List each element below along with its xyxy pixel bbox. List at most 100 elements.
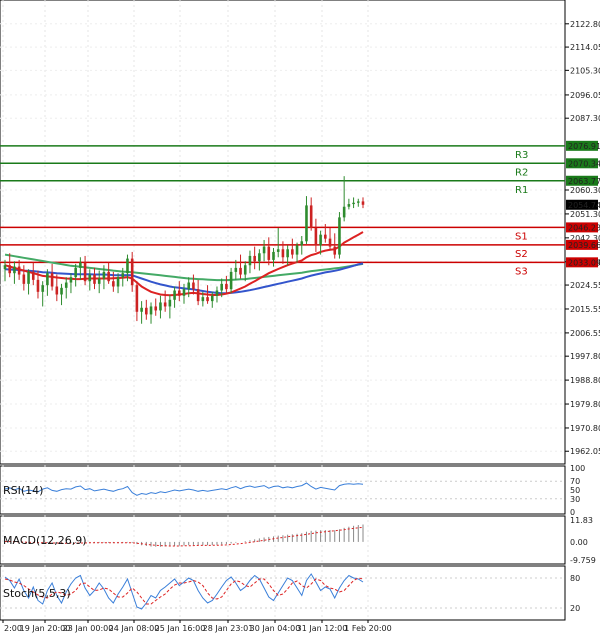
candle-body [168,299,172,307]
candle-body [74,267,77,278]
candle-body [112,281,115,287]
candle-body [55,286,59,295]
candle-body [107,271,110,282]
candle-body [159,302,162,311]
candle-body [41,285,44,292]
x-tick-label: 25 Jan 16:00 [155,624,206,633]
y-tick-label: 2060.30 [570,186,600,195]
candle-body [140,307,143,312]
candle-body [229,271,233,290]
candle-body [210,295,214,302]
y-axis-labels: 2122.80 2114.05 2105.30 2096.05 2087.30 2060.… [565,20,600,613]
candle-body [281,249,285,258]
candle-body [338,217,341,255]
level-price-label: 2070.34 [568,159,600,168]
candle-body [196,289,200,302]
x-axis-labels: 2:0019 Jan 20:0023 Jan 00:0024 Jan 08:00… [2,620,392,633]
candle-body [248,255,252,266]
candle-body [79,262,82,268]
macd-title: MACD(12,26,9) [3,534,87,547]
candle-body [276,249,280,252]
rsi-y-tick-label: 70 [570,477,580,486]
rsi-title: RSI(14) [3,484,43,497]
candle-body [361,201,365,205]
candle-body [88,274,92,282]
level-name-r3: R3 [515,150,528,161]
candle-body [154,306,158,311]
candle-body [83,262,87,282]
candle-body [126,258,129,274]
y-tick-label: 2015.55 [570,305,600,314]
candle-body [149,306,153,315]
y-tick-label: 1988.80 [570,376,600,385]
level-name-s3: S3 [515,266,528,277]
y-tick-label: 2006.55 [570,329,600,338]
y-tick-label: 2114.05 [570,43,600,52]
candle-body [3,265,7,270]
candle-body [267,246,271,260]
candle-body [272,251,275,260]
candle-body [286,249,289,258]
level-name-s2: S2 [515,249,528,260]
macd-y-tick-label: 0.00 [570,538,588,547]
candle-body [234,267,238,272]
candle-body [347,204,351,207]
stoch-panel-frame [0,565,566,621]
candle-body [356,201,360,203]
candle-body [22,274,26,284]
rsi-y-tick-label: 30 [570,495,580,504]
candle-body [352,202,355,205]
candle-body [262,246,266,254]
y-tick-label: 1997.80 [570,352,600,361]
candle-body [309,205,313,229]
y-tick-label: 2122.80 [570,20,600,29]
level-name-r2: R2 [515,167,528,178]
candle-body [13,266,16,274]
chart-area: R3 R2 R1 S1 S2 S3 2122.80 2114.05 2105.30 2096.0… [0,0,600,633]
x-tick-label: 24 Jan 08:00 [109,624,160,633]
macd-y-tick-label: 11.83 [570,516,593,525]
candle-body [60,287,63,295]
x-tick-label: 23 Jan 00:00 [63,624,114,633]
rsi-y-tick-label: 100 [570,464,585,473]
candle-body [116,277,120,287]
y-tick-label: 1979.80 [570,400,600,409]
candle-body [130,258,134,286]
candle-body [324,234,327,239]
candle-body [295,245,299,255]
candle-body [135,285,139,312]
candle-body [93,274,96,284]
stoch-title: Stoch(5,5,3) [3,587,71,600]
candle-body [17,266,21,275]
candle-body [253,255,256,262]
candle-body [177,290,181,296]
candle-body [145,307,148,315]
x-tick-label: 31 Jan 12:00 [297,624,348,633]
candle-body [36,279,40,292]
level-price-label: 2063.77 [568,177,600,186]
y-tick-label: 2105.30 [570,66,600,75]
price-panel-frame [0,0,566,465]
candle-body [64,282,68,288]
candle-body [319,234,322,246]
candle-body [291,249,294,255]
candle-body [243,265,247,275]
candle-body [314,228,318,246]
x-tick-label: 28 Jan 23:01 [203,624,254,633]
macd-y-tick-label: -9.759 [570,556,596,565]
candle-body [342,206,346,218]
x-tick-label: 1 Feb 20:00 [344,624,391,633]
level-price-label: 2076.91 [568,142,600,151]
y-tick-label: 2024.55 [570,281,600,290]
candle-body [69,277,73,283]
level-name-s1: S1 [515,231,528,242]
stoch-y-tick-label: 80 [570,574,580,583]
candle-body [97,278,101,284]
candle-body [8,265,12,274]
candle-body [192,282,195,290]
rsi-y-tick-label: 50 [570,486,580,495]
candle-body [27,271,30,284]
candle-body [239,267,242,275]
y-tick-label: 1970.80 [570,424,600,433]
stoch-y-tick-label: 20 [570,604,580,613]
